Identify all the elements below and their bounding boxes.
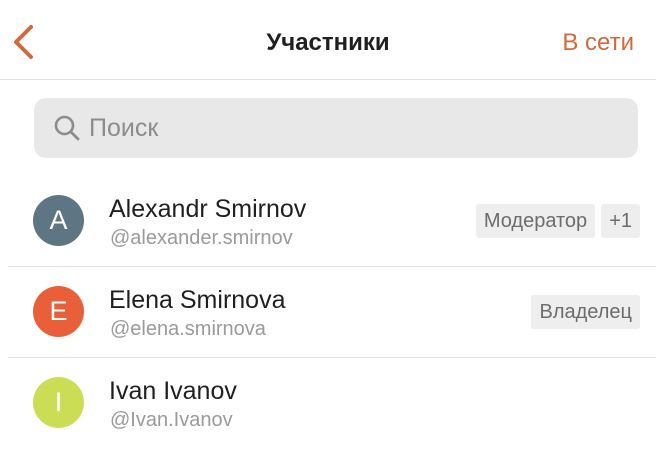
online-filter-button[interactable]: В сети (562, 28, 634, 58)
member-list: A Alexandr Smirnov @alexander.smirnov Мо… (0, 176, 656, 449)
avatar: A (33, 195, 84, 246)
member-handle: @Ivan.Ivanov (110, 409, 233, 431)
search-icon (53, 114, 81, 142)
member-name: Elena Smirnova (109, 286, 286, 314)
member-handle: @elena.smirnova (110, 318, 266, 340)
search-input[interactable] (89, 108, 609, 148)
avatar: I (33, 377, 84, 428)
member-row[interactable]: A Alexandr Smirnov @alexander.smirnov Мо… (0, 176, 656, 267)
nav-bar: Участники В сети (0, 0, 656, 80)
role-badges: Владелец (531, 295, 640, 329)
role-badge: Модератор (475, 204, 596, 238)
search-bar[interactable] (34, 98, 638, 158)
member-name: Alexandr Smirnov (109, 195, 307, 223)
members-screen: Участники В сети A Alexandr Smirnov @ale… (0, 0, 656, 457)
page-title: Участники (266, 29, 390, 56)
member-handle: @alexander.smirnov (110, 227, 293, 249)
role-badge: Владелец (531, 295, 640, 329)
avatar: E (33, 286, 84, 337)
role-badges: Модератор +1 (475, 204, 640, 238)
member-name: Ivan Ivanov (109, 377, 237, 405)
extra-roles-badge: +1 (601, 204, 640, 238)
member-row[interactable]: I Ivan Ivanov @Ivan.Ivanov (0, 358, 656, 449)
member-row[interactable]: E Elena Smirnova @elena.smirnova Владеле… (0, 267, 656, 358)
